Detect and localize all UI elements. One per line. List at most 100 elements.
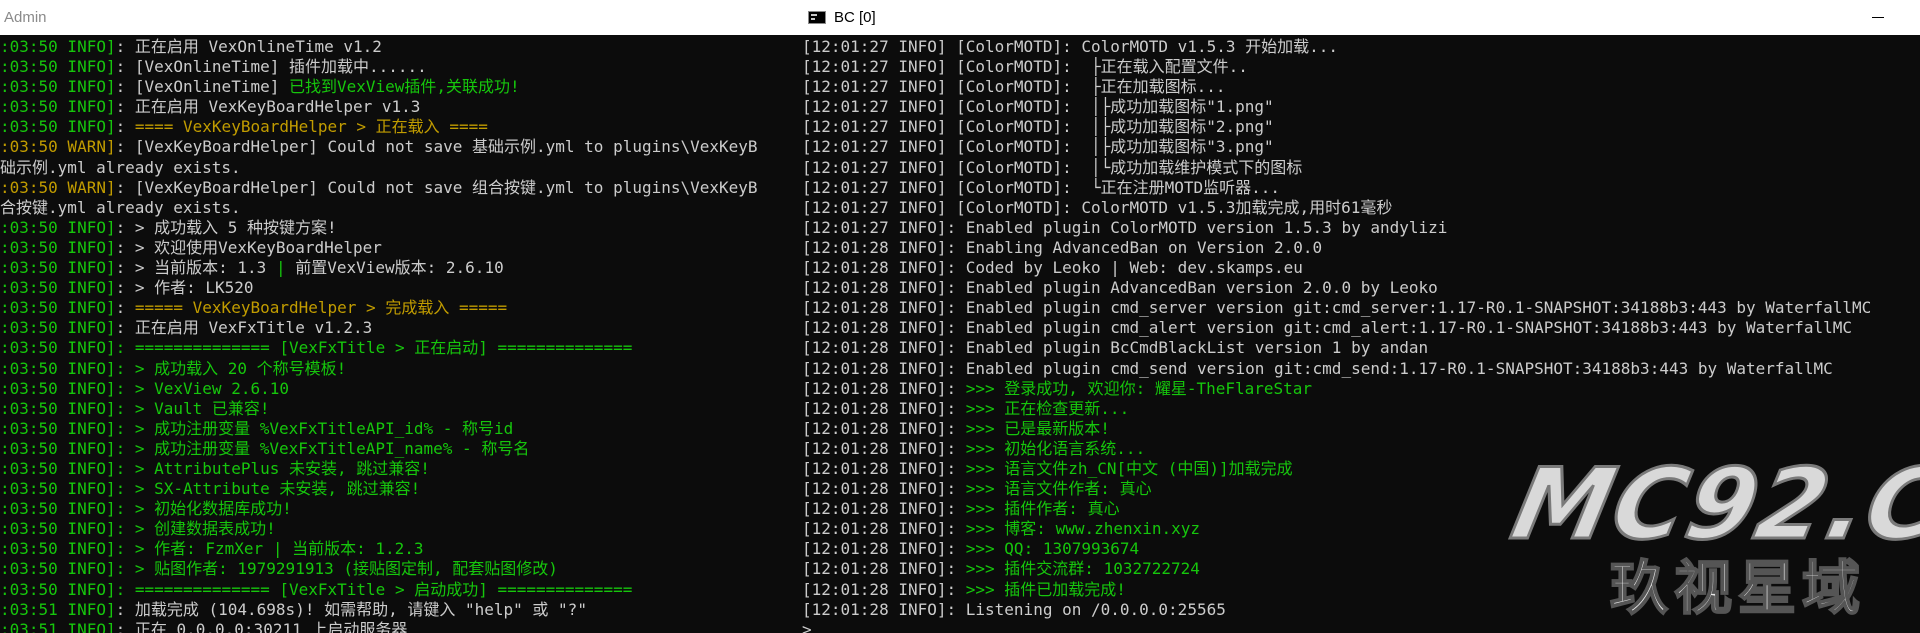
console-line-segment: :03:50 INFO] xyxy=(0,258,116,278)
console-line-segment: :03:50 INFO] xyxy=(0,97,116,117)
console-line-segment: : > Vault 已兼容! xyxy=(115,398,270,418)
watermark-logo: MC92.CN 玖视星域 xyxy=(1501,447,1920,625)
console-line-segment: :03:50 INFO] xyxy=(0,579,116,599)
console-line: :03:50 INFO]: ==== VexKeyBoardHelper > 正… xyxy=(0,117,800,137)
console-line-segment: [12:01:27 INFO] [ColorMOTD]: │├成功加载图标"1.… xyxy=(802,97,1274,117)
console-line: :03:50 INFO]: > 初始化数据库成功! xyxy=(0,499,800,519)
console-line-segment: : [VexKeyBoardHelper] Could not save 组合按… xyxy=(115,177,758,197)
console-line-segment: :03:50 INFO] xyxy=(0,77,116,97)
console-line-segment: >>> 语言文件zh_CN[中文 (中国)]加载完成 xyxy=(965,458,1293,478)
console-line-segment: :03:50 INFO] xyxy=(0,418,116,438)
console-line: :03:50 INFO]: > 成功载入 5 种按键方案! xyxy=(0,218,800,238)
console-line-segment: :03:50 INFO] xyxy=(0,438,116,458)
console-line: 础示例.yml already exists. xyxy=(0,158,800,178)
console-line-segment: [12:01:28 INFO]: Enabled plugin cmd_serv… xyxy=(802,298,1872,318)
console-line-segment: [12:01:28 INFO]: Enabled plugin cmd_aler… xyxy=(802,318,1852,338)
console-line: :03:50 INFO]: [VexOnlineTime] 已找到VexView… xyxy=(0,77,800,97)
console-line-segment: | xyxy=(275,258,286,278)
console-line-segment: [12:01:28 INFO]: xyxy=(802,479,966,499)
console-line: [12:01:28 INFO]: Enabling AdvancedBan on… xyxy=(802,238,1920,258)
console-line: [12:01:28 INFO]: >>> 正在检查更新... xyxy=(802,399,1920,419)
console-line-segment: > xyxy=(802,619,812,633)
console-line-segment: :03:50 INFO] xyxy=(0,37,116,56)
console-line: [12:01:27 INFO] [ColorMOTD]: │├成功加载图标"1.… xyxy=(802,97,1920,117)
console-line-segment: :03:50 INFO] xyxy=(0,318,116,338)
console-line-segment: [12:01:28 INFO]: xyxy=(802,559,966,579)
console-line-segment: : > 作者: FzmXer xyxy=(115,539,273,559)
console-line: :03:50 INFO]: ============== [VexFxTitle… xyxy=(0,580,800,600)
console-line-segment: [12:01:28 INFO]: xyxy=(802,378,966,398)
console-line: :03:50 INFO]: > 创建数据表成功! xyxy=(0,519,800,539)
console-line: :03:51 INFO]: 正在 0.0.0.0:30211 上启动服务器 xyxy=(0,620,800,633)
console-line-segment: : [VexOnlineTime] 插件加载中...... xyxy=(115,57,427,77)
console-line: [12:01:27 INFO] [ColorMOTD]: │├成功加载图标"3.… xyxy=(802,137,1920,157)
console-line-segment: : [VexKeyBoardHelper] Could not save 基础示… xyxy=(115,137,758,157)
console-line: :03:51 INFO]: 加载完成 (104.698s)! 如需帮助, 请键入… xyxy=(0,600,800,620)
console-line: :03:50 INFO]: 正在启用 VexKeyBoardHelper v1.… xyxy=(0,97,800,117)
console-line-segment: : > 成功注册变量 %VexFxTitleAPI_id% - 称号id xyxy=(115,418,514,438)
bc-titlebar[interactable]: BC [0] xyxy=(800,0,1920,35)
console-line: [12:01:28 INFO]: Enabled plugin cmd_serv… xyxy=(802,298,1920,318)
console-line-segment: :03:50 WARN] xyxy=(0,177,116,197)
console-line-segment: [12:01:28 INFO]: xyxy=(802,398,966,418)
console-line-segment: : > 成功注册变量 %VexFxTitleAPI_name% - 称号名 xyxy=(115,438,530,458)
console-line-segment: [12:01:27 INFO] [ColorMOTD]: │├成功加载图标"2.… xyxy=(802,117,1274,137)
console-line: :03:50 INFO]: [VexOnlineTime] 插件加载中.....… xyxy=(0,57,800,77)
console-line-segment: [12:01:28 INFO]: xyxy=(802,418,966,438)
console-line-segment: :03:50 INFO] xyxy=(0,298,116,318)
console-line-segment: 当前版本: 1.2.3 xyxy=(282,539,424,559)
console-line-segment: >>> 登录成功, 欢迎你: 耀星-TheFlareStar xyxy=(965,378,1313,398)
console-line-segment: : > 作者: LK520 xyxy=(115,278,254,298)
console-line-segment: [12:01:28 INFO]: Enabled plugin cmd_send… xyxy=(802,358,1833,378)
console-line-segment: :03:50 INFO] xyxy=(0,559,116,579)
admin-console-output[interactable]: :03:50 INFO]: 正在启用 VexOnlineTime v1.2:03… xyxy=(0,37,800,633)
console-line: :03:50 INFO]: > 作者: FzmXer | 当前版本: 1.2.3 xyxy=(0,539,800,559)
console-line: :03:50 INFO]: > 作者: LK520 xyxy=(0,278,800,298)
console-line: :03:50 INFO]: > VexView 2.6.10 xyxy=(0,379,800,399)
console-line-segment: [12:01:28 INFO]: Listening on /0.0.0.0:2… xyxy=(802,599,1226,619)
console-line-segment: [12:01:28 INFO]: Enabled plugin Advanced… xyxy=(802,278,1438,298)
console-line: :03:50 INFO]: ===== VexKeyBoardHelper > … xyxy=(0,298,800,318)
console-line-segment: :03:50 INFO] xyxy=(0,358,116,378)
console-line: :03:50 INFO]: > 成功载入 20 个称号模板! xyxy=(0,359,800,379)
console-line-segment: [12:01:28 INFO]: xyxy=(802,458,966,478)
console-line: :03:50 INFO]: > SX-Attribute 未安装, 跳过兼容! xyxy=(0,479,800,499)
console-line-segment: :03:50 INFO] xyxy=(0,398,116,418)
console-line-segment: >>> QQ: 1307993674 xyxy=(965,539,1140,559)
console-line: [12:01:27 INFO] [ColorMOTD]: ColorMOTD v… xyxy=(802,37,1920,57)
console-line: :03:50 INFO]: > 成功注册变量 %VexFxTitleAPI_na… xyxy=(0,439,800,459)
console-line: [12:01:27 INFO]: Enabled plugin ColorMOT… xyxy=(802,218,1920,238)
admin-window-title: Admin xyxy=(4,9,47,26)
console-line-segment: : ============== [VexFxTitle > 启动成功] ===… xyxy=(115,579,633,599)
console-line: [12:01:28 INFO]: Enabled plugin cmd_send… xyxy=(802,359,1920,379)
console-line-segment: :03:50 INFO] xyxy=(0,499,116,519)
console-line-segment: :03:50 INFO] xyxy=(0,237,116,257)
console-line-segment: : 正在启用 VexFxTitle v1.2.3 xyxy=(115,318,373,338)
console-line-segment: [12:01:28 INFO]: xyxy=(802,438,966,458)
console-line-segment: :03:50 INFO] xyxy=(0,539,116,559)
bc-window-title: BC [0] xyxy=(834,9,876,26)
admin-console-window[interactable]: Admin :03:50 INFO]: 正在启用 VexOnlineTime v… xyxy=(0,0,800,633)
console-line-segment: :03:50 WARN] xyxy=(0,137,116,157)
console-line-segment: [12:01:28 INFO]: Enabling AdvancedBan on… xyxy=(802,237,1323,257)
console-line-segment: 已找到VexView插件,关联成功! xyxy=(288,77,520,97)
console-line-segment: 合按键.yml already exists. xyxy=(0,197,241,217)
console-line: :03:50 INFO]: > 贴图作者: 1979291913 (接贴图定制,… xyxy=(0,559,800,579)
console-line-segment: >>> 初始化语言系统... xyxy=(965,438,1146,458)
console-line: 合按键.yml already exists. xyxy=(0,198,800,218)
minimize-button[interactable] xyxy=(1872,17,1884,18)
console-line-segment: : > 初始化数据库成功! xyxy=(115,499,292,519)
console-line-segment: >>> 博客: www.zhenxin.xyz xyxy=(965,519,1201,539)
console-line: :03:50 WARN]: [VexKeyBoardHelper] Could … xyxy=(0,178,800,198)
console-line: :03:50 INFO]: > 欢迎使用VexKeyBoardHelper xyxy=(0,238,800,258)
console-line-segment: >>> 插件已加载完成! xyxy=(965,579,1126,599)
console-line-segment: :03:51 INFO] xyxy=(0,619,116,633)
console-line-segment: : > AttributePlus 未安装, 跳过兼容! xyxy=(115,458,430,478)
admin-titlebar[interactable]: Admin xyxy=(0,0,800,35)
console-line: :03:50 WARN]: [VexKeyBoardHelper] Could … xyxy=(0,137,800,157)
watermark-sub-text: 玖视星域 xyxy=(1609,554,1867,622)
console-line-segment: [12:01:28 INFO]: xyxy=(802,519,966,539)
console-line-segment: : xyxy=(115,298,135,318)
console-line-segment: [12:01:27 INFO] [ColorMOTD]: │├成功加载图标"3.… xyxy=(802,137,1274,157)
console-line-segment: :03:50 INFO] xyxy=(0,479,116,499)
